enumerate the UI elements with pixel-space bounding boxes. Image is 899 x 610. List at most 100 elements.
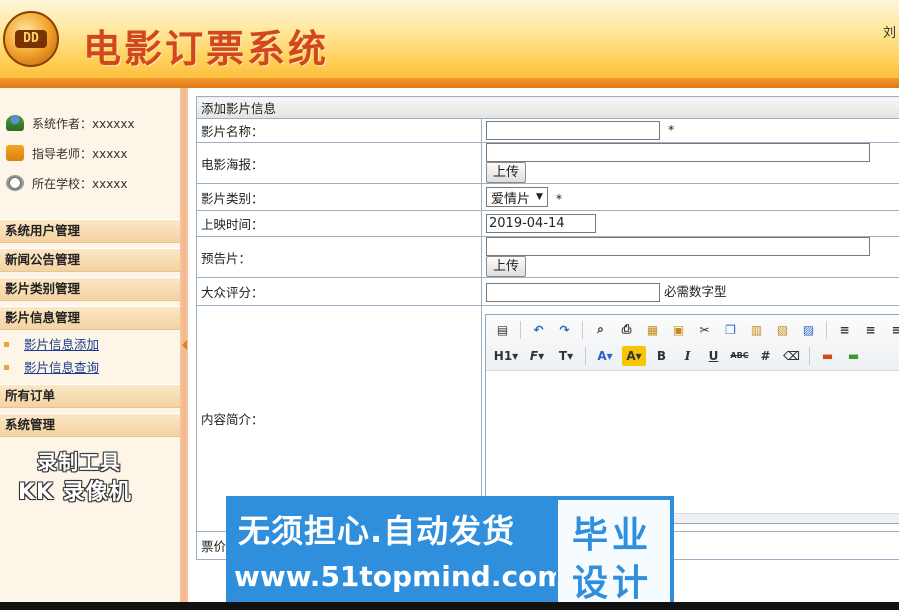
promo-badge: 毕业 设计 (556, 498, 672, 604)
promo-url: www.51topmind.com (234, 560, 567, 593)
form-row-poster: 电影海报： 上传 (196, 142, 899, 184)
teacher-text: 指导老师：xxxxx (32, 146, 128, 161)
paste-word2-icon[interactable]: ▨ (798, 320, 819, 340)
rating-cell: 必需数字型 (481, 277, 899, 306)
insert-media-icon[interactable]: ▬ (843, 346, 864, 366)
font-size-icon[interactable]: T▾ (554, 346, 578, 366)
promo-badge-line1: 毕业 (572, 515, 653, 556)
menu-user-management[interactable]: 系统用户管理 (0, 219, 180, 243)
menu-movie-management[interactable]: 影片信息管理 (0, 306, 180, 330)
poster-input[interactable] (486, 143, 870, 162)
paste-text-icon[interactable]: ▧ (772, 320, 793, 340)
menu-all-orders[interactable]: 所有订单 (0, 384, 180, 408)
rich-text-editor[interactable]: ▤ ↶ ↷ ⌕ ⎙ ▦ ▣ ✂ ❐ ▥ ▧ ▨ ≡ ≡ ≡ H1▾ F▾ T▾ … (485, 313, 899, 524)
author-text: 系统作者：xxxxxx (32, 116, 135, 131)
source-icon[interactable]: ▤ (492, 320, 513, 340)
paste-word-icon[interactable]: ▣ (668, 320, 689, 340)
rating-hint: 必需数字型 (663, 284, 727, 299)
eraser-icon[interactable]: ⌫ (781, 346, 802, 366)
menu-system-management[interactable]: 系统管理 (0, 413, 180, 437)
movie-name-input[interactable] (486, 121, 660, 140)
submenu-query-movie[interactable]: 影片信息查询 (0, 357, 180, 379)
font-family-icon[interactable]: F▾ (525, 346, 549, 366)
trailer-label: 预告片： (196, 236, 482, 278)
font-color-icon[interactable]: A▾ (593, 346, 617, 366)
dropdown-arrow-icon: ▼ (536, 192, 543, 202)
trailer-upload-button[interactable]: 上传 (486, 256, 527, 277)
required-mark: * (555, 190, 563, 206)
poster-upload-button[interactable]: 上传 (486, 162, 527, 183)
category-label: 影片类别： (196, 183, 482, 211)
promo-headline: 无须担心.自动发货 (238, 512, 516, 550)
category-select[interactable]: 爱情片 ▼ (486, 187, 548, 207)
menu-news-management[interactable]: 新闻公告管理 (0, 248, 180, 272)
app-header: DD 电影订票系统 刘 (0, 0, 899, 88)
school-text: 所在学校：xxxxx (32, 176, 128, 191)
trailer-input[interactable] (486, 237, 870, 256)
insert-image-icon[interactable]: ▬ (817, 346, 838, 366)
user-icon (6, 115, 24, 131)
author-info: 系统作者：xxxxxx (6, 114, 135, 132)
redo-icon[interactable]: ↷ (554, 320, 575, 340)
promo-badge-line2: 设计 (572, 563, 653, 604)
toolbar-separator (826, 320, 827, 339)
category-selected-value: 爱情片 (491, 191, 531, 207)
name-label: 影片名称： (196, 118, 482, 143)
form-row-rating: 大众评分： 必需数字型 (196, 277, 899, 306)
release-label: 上映时间： (196, 210, 482, 237)
toolbar-separator (809, 346, 810, 365)
form-title: 添加影片信息 (196, 96, 899, 119)
name-cell: * (481, 118, 899, 143)
release-date-input[interactable] (486, 214, 596, 233)
logo: DD (3, 11, 59, 67)
heading-icon[interactable]: H1▾ (492, 346, 520, 366)
highlight-color-icon[interactable]: A▾ (622, 345, 646, 366)
bottom-strip (0, 602, 899, 610)
align-left-icon[interactable]: ≡ (834, 320, 855, 340)
rating-label: 大众评分： (196, 277, 482, 306)
clock-icon (6, 175, 24, 191)
header-divider (0, 78, 899, 88)
print-icon[interactable]: ⎙ (616, 320, 637, 340)
toolbar-separator (585, 346, 586, 365)
poster-label: 电影海报： (196, 142, 482, 184)
underline-icon[interactable]: U (703, 346, 724, 366)
school-info: 所在学校：xxxxx (6, 174, 128, 192)
trailer-cell: 上传 (481, 236, 899, 278)
copy-icon[interactable]: ❐ (720, 320, 741, 340)
editor-toolbar: ▤ ↶ ↷ ⌕ ⎙ ▦ ▣ ✂ ❐ ▥ ▧ ▨ ≡ ≡ ≡ H1▾ F▾ T▾ … (486, 314, 899, 371)
italic-icon[interactable]: I (677, 346, 698, 366)
align-center-icon[interactable]: ≡ (860, 320, 881, 340)
rating-input[interactable] (486, 283, 660, 302)
logo-text: DD (15, 30, 47, 48)
menu-category-management[interactable]: 影片类别管理 (0, 277, 180, 301)
toolbar-separator (582, 320, 583, 339)
form-row-trailer: 预告片： 上传 (196, 236, 899, 278)
form-row-release: 上映时间： (196, 210, 899, 237)
collapse-arrow-icon[interactable] (182, 340, 187, 350)
promo-banner: 无须担心.自动发货 www.51topmind.com 毕业 设计 (226, 496, 674, 608)
add-movie-form: 添加影片信息 影片名称： * 电影海报： 上传 影片类别： 爱情片 ▼ * 上映… (196, 96, 899, 560)
preview-icon[interactable]: ⌕ (590, 320, 611, 340)
app-title: 电影订票系统 (83, 26, 330, 71)
release-cell (481, 210, 899, 237)
strikethrough-icon[interactable]: ABC (729, 346, 750, 366)
submenu-add-movie[interactable]: 影片信息添加 (0, 334, 180, 356)
form-row-name: 影片名称： * (196, 118, 899, 143)
recorder-watermark-line2: KK 录像机 (18, 480, 132, 505)
sidebar: 系统作者：xxxxxx 指导老师：xxxxx 所在学校：xxxxx 系统用户管理… (0, 88, 180, 602)
paste-icon[interactable]: ▥ (746, 320, 767, 340)
toolbar-row-2: H1▾ F▾ T▾ A▾ A▾ B I U ABC # ⌫ ▬ ▬ (492, 344, 864, 368)
recorder-watermark-line1: 录制工具 (37, 450, 121, 474)
align-right-icon[interactable]: ≡ (886, 320, 899, 340)
table-icon[interactable]: # (755, 346, 776, 366)
category-cell: 爱情片 ▼ * (481, 183, 899, 211)
bold-icon[interactable]: B (651, 346, 672, 366)
toolbar-row-1: ▤ ↶ ↷ ⌕ ⎙ ▦ ▣ ✂ ❐ ▥ ▧ ▨ ≡ ≡ ≡ (492, 318, 899, 342)
poster-cell: 上传 (481, 142, 899, 184)
template-icon[interactable]: ▦ (642, 320, 663, 340)
cut-icon[interactable]: ✂ (694, 320, 715, 340)
teacher-info: 指导老师：xxxxx (6, 144, 128, 162)
toolbar-separator (520, 320, 521, 339)
undo-icon[interactable]: ↶ (528, 320, 549, 340)
